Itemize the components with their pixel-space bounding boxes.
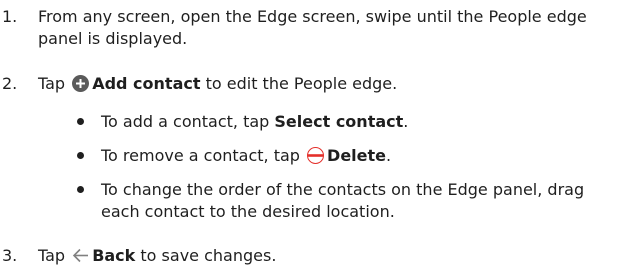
instructions-document: 1. From any screen, open the Edge screen…	[0, 0, 626, 276]
step-number: 1.	[2, 7, 18, 26]
step-prefix: Tap	[38, 74, 66, 93]
bullet-suffix: .	[403, 112, 409, 131]
back-label: Back	[92, 246, 136, 265]
bullet-prefix: To add a contact, tap	[101, 112, 270, 131]
bullet-dot	[77, 152, 84, 159]
step-suffix: to edit the People edge.	[205, 74, 398, 93]
bullet-text: To remove a contact, tap Delete.	[101, 145, 618, 167]
bullet-text: To change the order of the contacts on t…	[101, 180, 585, 221]
step-suffix: to save changes.	[140, 246, 277, 265]
back-arrow-icon	[72, 247, 89, 264]
select-contact-label: Select contact	[274, 112, 404, 131]
step-number: 2.	[2, 74, 18, 93]
remove-circle-icon	[307, 147, 325, 164]
step-text: Tap Add contact to edit the People edge.	[38, 73, 592, 95]
add-circle-icon	[72, 75, 90, 92]
step-number: 3.	[2, 246, 18, 265]
step-text: From any screen, open the Edge screen, s…	[38, 7, 587, 48]
bullet-text: To add a contact, tap Select contact.	[101, 111, 618, 133]
bullet-prefix: To remove a contact, tap	[101, 146, 300, 165]
bullet-dot	[77, 186, 84, 193]
add-contact-label: Add contact	[92, 74, 201, 93]
bullet-dot	[77, 118, 84, 125]
delete-label: Delete	[327, 146, 387, 165]
bullet-suffix: .	[386, 146, 392, 165]
step-prefix: Tap	[38, 246, 66, 265]
step-text: Tap Back to save changes.	[38, 245, 592, 267]
